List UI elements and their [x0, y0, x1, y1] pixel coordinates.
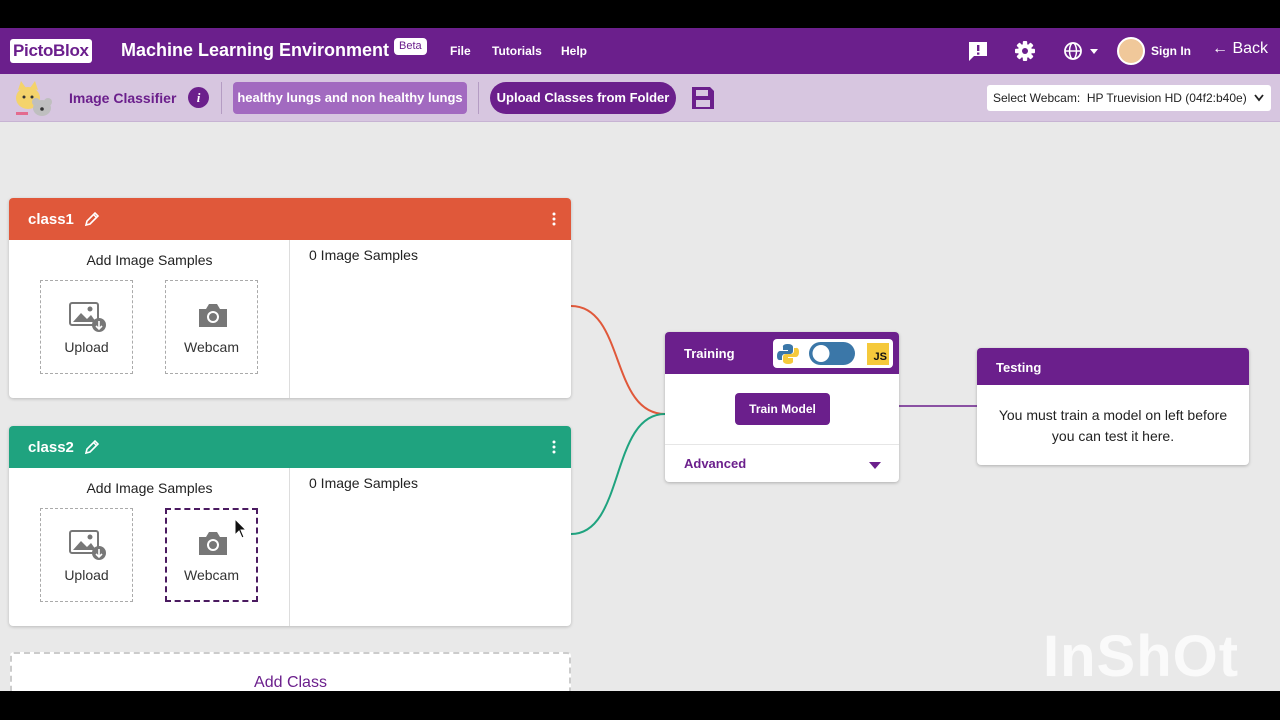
beta-badge: Beta	[394, 38, 427, 55]
advanced-toggle[interactable]: Advanced	[684, 456, 746, 471]
menu-file[interactable]: File	[450, 44, 471, 58]
add-samples-panel: Add Image Samples Upload Webcam	[9, 468, 290, 626]
info-icon[interactable]: i	[188, 87, 209, 108]
toolbar-divider	[221, 82, 222, 114]
javascript-icon: JS	[867, 343, 889, 365]
image-upload-icon	[69, 302, 106, 332]
webcam-select[interactable]: Select Webcam: HP Truevision HD (04f2:b4…	[987, 85, 1271, 111]
save-icon[interactable]	[690, 85, 716, 111]
upload-button[interactable]: Upload	[40, 508, 133, 602]
class-header: class2	[9, 426, 571, 468]
sample-count: 0 Image Samples	[309, 247, 418, 263]
training-title: Training	[684, 346, 735, 361]
back-label: Back	[1232, 40, 1269, 57]
upload-label: Upload	[64, 567, 109, 583]
toggle-switch-icon[interactable]	[809, 342, 855, 365]
add-class-button[interactable]: Add Class	[10, 652, 571, 691]
back-button[interactable]: ← Back	[1212, 40, 1268, 58]
class-name: class2	[28, 439, 74, 456]
language-globe-icon[interactable]	[1061, 38, 1103, 64]
divider	[665, 444, 899, 445]
menu-tutorials[interactable]: Tutorials	[492, 44, 542, 58]
webcam-label: Webcam	[184, 567, 239, 583]
mascot-icon	[16, 81, 52, 116]
python-icon	[777, 344, 799, 364]
class-options-kebab-icon[interactable]	[551, 439, 557, 455]
class-card-2: class2 Add Image Samples Upload Webcam 0…	[9, 426, 571, 626]
edit-pencil-icon[interactable]	[83, 438, 101, 456]
feedback-icon[interactable]	[965, 38, 991, 64]
class-body: Add Image Samples Upload Webcam 0 Image …	[9, 240, 571, 398]
app-title: Machine Learning Environment	[121, 40, 390, 60]
webcam-button[interactable]: Webcam	[165, 280, 258, 374]
mouse-cursor-icon	[234, 518, 248, 539]
caret-down-icon[interactable]	[869, 461, 881, 469]
testing-title: Testing	[996, 360, 1042, 375]
edit-pencil-icon[interactable]	[83, 210, 101, 228]
testing-message: You must train a model on left before yo…	[998, 407, 1228, 444]
image-upload-icon	[69, 530, 106, 560]
add-samples-title: Add Image Samples	[86, 252, 213, 268]
sign-in-link[interactable]: Sign In	[1151, 44, 1191, 58]
image-classifier-label: Image Classifier	[69, 90, 177, 106]
class-card-1: class1 Add Image Samples Upload Webcam 0…	[9, 198, 571, 398]
toolbar-divider	[478, 82, 479, 114]
user-avatar[interactable]	[1117, 37, 1145, 65]
pictoblox-logo[interactable]: PictoBlox	[10, 39, 92, 63]
class-header: class1	[9, 198, 571, 240]
class2-connector	[570, 413, 666, 535]
menu-help[interactable]: Help	[561, 44, 587, 58]
add-samples-panel: Add Image Samples Upload Webcam	[9, 240, 290, 398]
testing-header: Testing	[977, 348, 1249, 385]
testing-panel: Testing You must train a model on left b…	[977, 348, 1249, 465]
camera-icon	[199, 532, 227, 555]
upload-label: Upload	[64, 339, 109, 355]
class-name: class1	[28, 211, 74, 228]
class1-connector	[570, 305, 666, 415]
webcam-label: Webcam	[184, 339, 239, 355]
inshot-watermark: InShOt	[1043, 624, 1240, 689]
upload-classes-from-folder-button[interactable]: Upload Classes from Folder	[490, 82, 676, 114]
upload-button[interactable]: Upload	[40, 280, 133, 374]
class-body: Add Image Samples Upload Webcam 0 Image …	[9, 468, 571, 626]
webcam-select-label: Select Webcam:	[993, 91, 1081, 105]
settings-gear-icon[interactable]	[1012, 38, 1038, 64]
training-header: Training JS	[665, 332, 899, 374]
class-options-kebab-icon[interactable]	[551, 211, 557, 227]
sample-count: 0 Image Samples	[309, 475, 418, 491]
train-model-button[interactable]: Train Model	[735, 393, 830, 425]
top-nav-bar: PictoBlox Machine Learning Environment B…	[0, 28, 1280, 74]
camera-icon	[199, 304, 227, 327]
add-samples-title: Add Image Samples	[86, 480, 213, 496]
project-name-button[interactable]: healthy lungs and non healthy lungs	[233, 82, 467, 114]
back-arrow-icon: ←	[1212, 40, 1233, 57]
ml-toolbar: Image Classifier i healthy lungs and non…	[0, 74, 1280, 122]
app-frame: PictoBlox Machine Learning Environment B…	[0, 28, 1280, 691]
chevron-down-icon	[1254, 94, 1264, 102]
webcam-select-value: HP Truevision HD (04f2:b40e)	[1086, 91, 1247, 105]
training-panel: Training JS Train Model Advanced	[665, 332, 899, 482]
language-toggle[interactable]: JS	[773, 339, 893, 368]
